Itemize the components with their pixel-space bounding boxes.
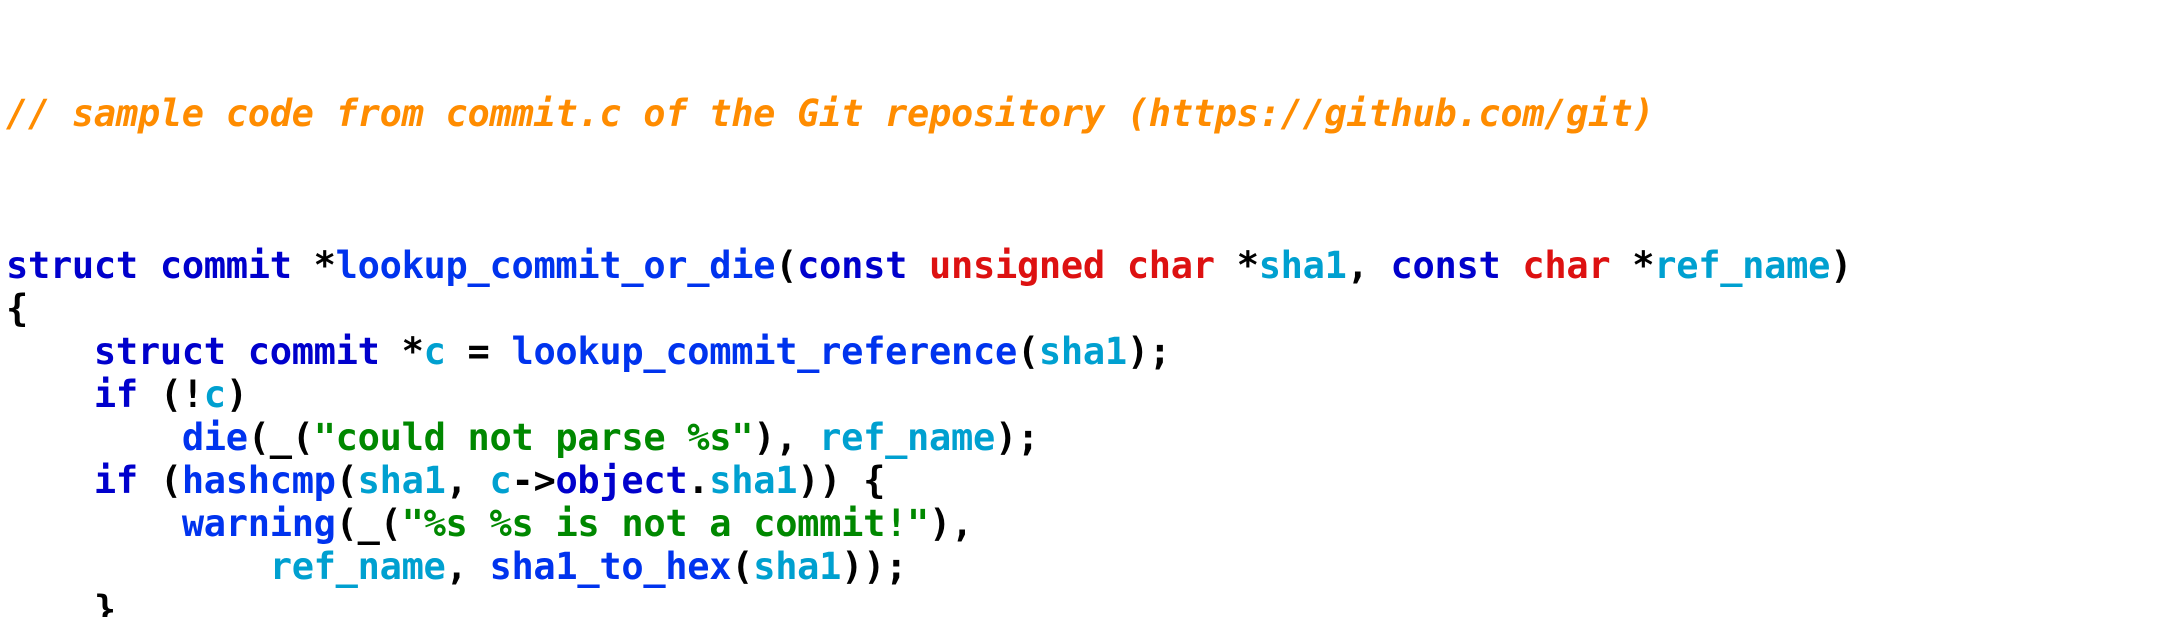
code-token-var: sha1	[1258, 244, 1347, 287]
code-token-punct: ),	[753, 416, 820, 459]
code-token-punct: .	[687, 459, 710, 502]
code-token-punct: );	[994, 416, 1039, 459]
code-token-punct: )	[225, 373, 248, 416]
code-token-punct: )	[1830, 244, 1853, 287]
code-token-punct: )) {	[797, 459, 886, 502]
code-token-punct: {	[6, 287, 28, 330]
code-token-func: warning	[181, 502, 336, 545]
code-sample-figure: // sample code from commit.c of the Git …	[0, 0, 2175, 617]
code-token-punct: (	[137, 459, 182, 502]
code-token-member: object	[555, 459, 688, 502]
line-warning-args: ref_name, sha1_to_hex(sha1));	[6, 545, 2175, 588]
code-token-punct: }	[6, 588, 116, 617]
code-token-var: c	[423, 330, 446, 373]
code-token-var: c	[489, 459, 512, 502]
code-comment-line: // sample code from commit.c of the Git …	[6, 92, 1655, 135]
code-token-type: unsigned char	[929, 244, 1215, 287]
code-token-func: lookup_commit_or_die	[335, 244, 776, 287]
code-token-punct: (	[775, 244, 798, 287]
code-token-var: c	[203, 373, 226, 416]
code-token-var: ref_name	[819, 416, 995, 459]
code-token-keyword: const	[1390, 244, 1501, 287]
code-token-punct: ,	[445, 545, 490, 588]
code-token-punct: ),	[929, 502, 973, 545]
code-token-punct: ->	[511, 459, 556, 502]
code-token-type: char	[1522, 244, 1611, 287]
code-token-var: sha1	[1038, 330, 1127, 373]
code-token-punct: (	[335, 459, 358, 502]
code-token-punct: *	[1214, 244, 1259, 287]
code-token-punct: (_(	[247, 416, 314, 459]
code-token-func: hashcmp	[181, 459, 336, 502]
code-token-fmt: %s	[687, 416, 732, 459]
code-token-var: ref_name	[1654, 244, 1831, 287]
code-block: // sample code from commit.c of the Git …	[6, 6, 2175, 617]
code-token-var: sha1	[357, 459, 446, 502]
code-token-keyword: commit	[247, 330, 380, 373]
code-token-punct: *	[379, 330, 424, 373]
code-token-keyword: struct	[6, 244, 138, 287]
code-body: struct commit *lookup_commit_or_die(cons…	[6, 244, 2175, 617]
code-token-punct: *	[1610, 244, 1655, 287]
line-warning: warning(_("%s %s is not a commit!"),	[6, 502, 2175, 545]
code-token-punct: ,	[1346, 244, 1391, 287]
code-token-fmt: %s %s	[423, 502, 534, 545]
code-token-keyword: struct	[93, 330, 226, 373]
line-close-if-brace: }	[6, 588, 2175, 617]
code-token-keyword: commit	[159, 244, 292, 287]
code-token-func: sha1_to_hex	[489, 545, 732, 588]
code-token-keyword: if	[93, 459, 138, 502]
code-token-punct: (	[731, 545, 754, 588]
code-token-func: lookup_commit_reference	[511, 330, 1017, 373]
code-token-var: ref_name	[269, 545, 446, 588]
code-token-punct: *	[291, 244, 336, 287]
line-if-not-c: if (!c)	[6, 373, 2175, 416]
code-token-keyword: if	[93, 373, 138, 416]
line-signature: struct commit *lookup_commit_or_die(cons…	[6, 244, 2175, 287]
line-open-brace: {	[6, 287, 2175, 330]
code-token-string: "	[401, 502, 424, 545]
code-token-var: sha1	[753, 545, 842, 588]
code-token-var: sha1	[709, 459, 798, 502]
code-token-punct: (!	[137, 373, 204, 416]
code-token-punct: ));	[841, 545, 908, 588]
line-die: die(_("could not parse %s"), ref_name);	[6, 416, 2175, 459]
code-token-punct: (_(	[335, 502, 402, 545]
code-token-punct: ,	[445, 459, 490, 502]
code-token-func: die	[181, 416, 248, 459]
code-token-keyword: const	[797, 244, 908, 287]
line-decl-c: struct commit *c = lookup_commit_referen…	[6, 330, 2175, 373]
line-if-hashcmp: if (hashcmp(sha1, c->object.sha1)) {	[6, 459, 2175, 502]
code-token-punct: =	[445, 330, 512, 373]
code-token-punct: );	[1126, 330, 1171, 373]
code-token-punct: (	[1016, 330, 1039, 373]
code-token-string: "	[731, 416, 754, 459]
code-token-string: "could not parse	[313, 416, 688, 459]
code-token-string: is not a commit!"	[533, 502, 930, 545]
